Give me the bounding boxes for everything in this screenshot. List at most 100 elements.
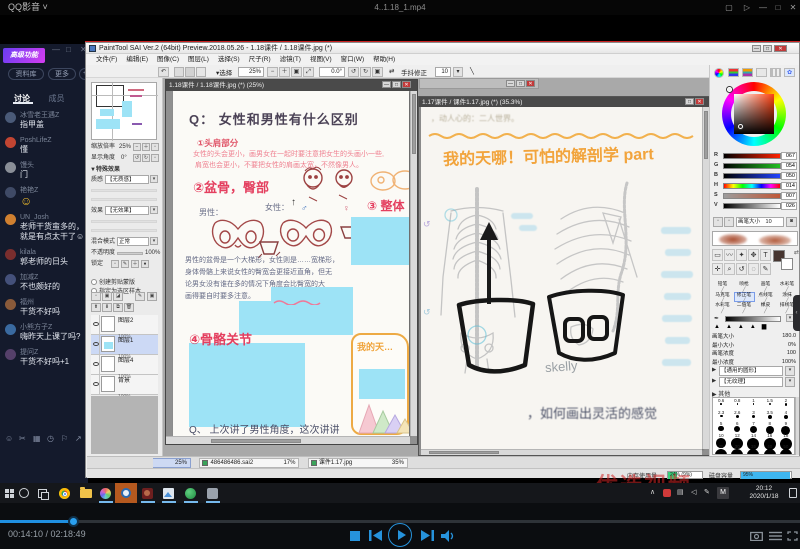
brush-cell[interactable]: 马克笔╱ <box>712 292 733 303</box>
color-wheel-tab-icon[interactable] <box>714 68 724 78</box>
flow-gradient-bar[interactable] <box>725 316 781 322</box>
cast-icon[interactable]: ▷ <box>740 1 754 14</box>
size-preset[interactable]: 9 <box>778 421 794 433</box>
lock-pen-icon[interactable]: ✎ <box>121 260 129 268</box>
brush-cell[interactable]: 水彩笔╱ <box>712 302 733 313</box>
swatch-2[interactable] <box>185 67 195 77</box>
layer-up-icon[interactable]: ⬆ <box>91 303 101 312</box>
color-slider-row[interactable]: S 007 <box>712 191 798 201</box>
text-tool-icon[interactable]: T <box>760 249 771 261</box>
doc2-close-icon[interactable]: ✕ <box>695 98 704 105</box>
size-preset[interactable]: 0.8 <box>729 398 745 410</box>
menu-item[interactable]: 滤镜(T) <box>280 54 301 65</box>
stop-button[interactable] <box>350 531 360 541</box>
rotate-ccw-button[interactable]: ↺ <box>348 67 359 77</box>
tray-display-icon[interactable]: ▤ <box>677 483 684 503</box>
size-preset[interactable]: 1 <box>745 398 761 410</box>
premium-banner[interactable]: 高级功能 <box>3 48 45 63</box>
minimize-icon[interactable]: — <box>756 1 770 14</box>
slider-bar[interactable] <box>723 173 781 179</box>
brush-texture-dropdown[interactable]: 【无纹理】 <box>719 377 783 387</box>
undo-icon[interactable]: ↶ <box>158 67 169 77</box>
stroke-style-icon[interactable]: ╲ <box>470 67 474 75</box>
brush-tip-shapes[interactable]: ▲▲▲▲▆ <box>714 323 772 330</box>
taskbar-clock[interactable]: 20:12 2020/1/18 <box>742 485 786 501</box>
avatar[interactable] <box>5 187 16 198</box>
tray-red-badge-icon[interactable] <box>663 489 671 497</box>
qq-minimize-icon[interactable]: — <box>52 45 60 54</box>
avatar[interactable] <box>5 249 16 260</box>
size-preset[interactable]: 25 <box>713 444 729 455</box>
visibility-eye-icon[interactable] <box>91 335 100 354</box>
nav-zoom-reset-button[interactable]: ▫ <box>151 143 159 151</box>
brush-shape-dropdown[interactable]: 【通用的圆形】 <box>719 366 783 376</box>
size-preset[interactable]: 7 <box>745 421 761 433</box>
bgdoc-min-icon[interactable]: — <box>506 80 515 87</box>
menu-item[interactable]: 选择(S) <box>218 54 240 65</box>
brush-param-row[interactable]: 最小大小0% <box>712 341 798 350</box>
slider-value[interactable]: 050 <box>781 172 797 180</box>
zoom-reset-button[interactable]: ⤢ <box>303 67 314 77</box>
task-view-icon[interactable] <box>38 489 47 498</box>
doc2-maximize-icon[interactable]: □ <box>685 98 694 105</box>
effect-dd-icon[interactable]: ▾ <box>150 206 158 214</box>
nav-rotate-ccw-button[interactable]: ↺ <box>133 154 141 162</box>
flip-icon[interactable]: ⇄ <box>389 67 394 75</box>
mini-mode-icon[interactable]: ▢ <box>722 1 736 14</box>
canvas-1-17[interactable]: ，动人心的：二人世界。 我的天哪！可怕的解剖学 part <box>421 107 702 449</box>
magic-wand-icon[interactable]: ✦ <box>736 249 747 261</box>
size-preset[interactable]: 14 <box>745 433 761 445</box>
bgdoc-close-icon[interactable]: ✕ <box>526 80 535 87</box>
sai-close-icon[interactable]: ✕ <box>774 45 787 52</box>
size-preset[interactable]: 3.5 <box>762 410 778 422</box>
file-tab[interactable]: 课件1.17.jpg 35% <box>308 458 408 468</box>
menu-item[interactable]: 文件(F) <box>96 54 117 65</box>
layer-row[interactable]: 图层1 100% <box>91 335 158 355</box>
size-preset[interactable]: 50 <box>778 444 794 455</box>
stabilizer-value[interactable]: 10 <box>435 67 451 77</box>
size-preset[interactable]: 0.6 <box>713 398 729 410</box>
brush-cell[interactable]: 橡皮╱ <box>755 302 776 313</box>
menu-item[interactable]: 尺子(R) <box>249 54 271 65</box>
zoom-tool-icon[interactable]: ⌕ <box>724 263 735 275</box>
menu-item[interactable]: 帮助(H) <box>373 54 395 65</box>
brush-cell[interactable]: 铅笔╱ <box>712 281 733 292</box>
size-preset[interactable]: 3 <box>745 410 761 422</box>
cortana-icon[interactable] <box>19 488 29 498</box>
swatch-1[interactable] <box>174 67 184 77</box>
rotate-tool-icon[interactable]: ↺ <box>736 263 747 275</box>
previous-button[interactable] <box>369 530 382 541</box>
scissors-icon[interactable]: ✂ <box>19 434 26 443</box>
size-preset[interactable]: 4 <box>778 410 794 422</box>
rotate-cw-button[interactable]: ↻ <box>360 67 371 77</box>
volume-icon[interactable] <box>441 530 456 542</box>
opacity-slider[interactable] <box>117 252 143 255</box>
presets-scrollbar[interactable] <box>795 397 799 455</box>
size-preset[interactable]: 16 <box>762 433 778 445</box>
avatar[interactable] <box>5 349 16 360</box>
slider-value[interactable]: 007 <box>781 192 797 200</box>
tray-pen-icon[interactable]: ✎ <box>704 483 710 503</box>
slider-bar[interactable] <box>723 163 781 169</box>
size-preset[interactable]: 2 <box>778 398 794 410</box>
sai-taskbar-icon[interactable] <box>142 488 153 499</box>
swap-colors-icon[interactable]: ⇄ <box>794 249 799 256</box>
avatar[interactable] <box>5 324 16 335</box>
brush-cell[interactable]: 二值笔╱ <box>734 302 755 313</box>
color-slider-row[interactable]: V 026 <box>712 201 798 211</box>
texture-dd-icon[interactable]: ▾ <box>150 175 158 183</box>
size-preset[interactable]: 40 <box>762 444 778 455</box>
slider-value[interactable]: 067 <box>781 152 797 160</box>
blend-dropdown[interactable]: 正常 <box>117 237 149 246</box>
swatch-3[interactable] <box>196 67 206 77</box>
fullscreen-icon[interactable] <box>787 531 798 541</box>
custom-tab-icon[interactable]: ✿ <box>784 68 795 77</box>
file-explorer-icon[interactable] <box>80 489 92 498</box>
app-green-icon[interactable] <box>185 488 196 499</box>
rgb-slider-tab-icon[interactable] <box>728 68 739 77</box>
visibility-eye-icon[interactable] <box>91 375 100 394</box>
fx-header[interactable]: ▼特殊效果 <box>90 166 120 175</box>
menu-item[interactable]: 图层(L) <box>188 54 209 65</box>
eyedropper-icon[interactable]: ✎ <box>760 263 771 275</box>
brush-cell[interactable]: 喷枪╱ <box>734 281 755 292</box>
